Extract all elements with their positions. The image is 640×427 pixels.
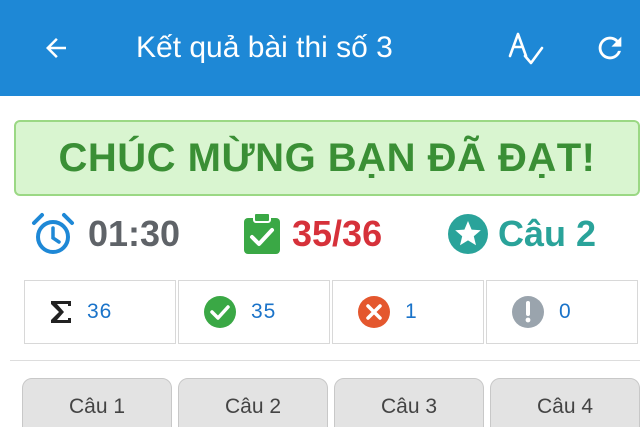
sigma-icon [51,301,71,323]
score-value: 35/36 [292,213,383,254]
question-value: Câu 2 [498,213,597,254]
correct-count[interactable]: 35 [178,280,330,344]
star-circle-icon [448,214,488,254]
time-value: 01:30 [88,213,181,254]
check-circle-icon [204,296,236,328]
arrow-left-icon [46,38,66,58]
exclamation-circle-icon [512,296,544,328]
question-tab-label: Câu 3 [380,395,438,418]
app-bar: Kết quả bài thi số 3 [0,0,640,96]
alarm-clock-icon [32,213,74,254]
question-tab-1[interactable]: Câu 1 [22,378,172,427]
question-tab-label: Câu 1 [68,395,126,418]
spellcheck-icon [508,32,544,65]
refresh-button[interactable] [588,26,632,70]
score: 35/36 [242,206,382,262]
banner-text: CHÚC MỪNG BẠN ĐÃ ĐẠT! [58,135,596,180]
question-tab-label: Câu 2 [224,395,282,418]
stats-row: 01:30 35/36 Câu 2 [0,206,640,262]
total-value: 36 [87,300,113,323]
refresh-icon [598,36,622,60]
wrong-count[interactable]: 1 [332,280,484,344]
question-tab-2[interactable]: Câu 2 [178,378,328,427]
total-count[interactable]: 36 [24,280,176,344]
x-circle-icon [358,296,390,328]
unanswered-value: 0 [559,300,572,323]
current-question[interactable]: Câu 2 [446,206,596,262]
correct-value: 35 [251,300,277,323]
result-banner: CHÚC MỪNG BẠN ĐÃ ĐẠT! [14,120,640,196]
page-title: Kết quả bài thi số 3 [136,31,393,64]
question-tab-label: Câu 4 [536,395,594,418]
summary-counts: 36 35 1 0 [24,280,640,344]
unanswered-count[interactable]: 0 [486,280,638,344]
elapsed-time: 01:30 [30,206,180,262]
back-button[interactable] [36,28,76,68]
divider [10,360,640,361]
question-tab-4[interactable]: Câu 4 [490,378,640,427]
spellcheck-button[interactable] [500,26,550,70]
question-tab-3[interactable]: Câu 3 [334,378,484,427]
clipboard-check-icon [244,212,280,254]
wrong-value: 1 [405,300,418,323]
